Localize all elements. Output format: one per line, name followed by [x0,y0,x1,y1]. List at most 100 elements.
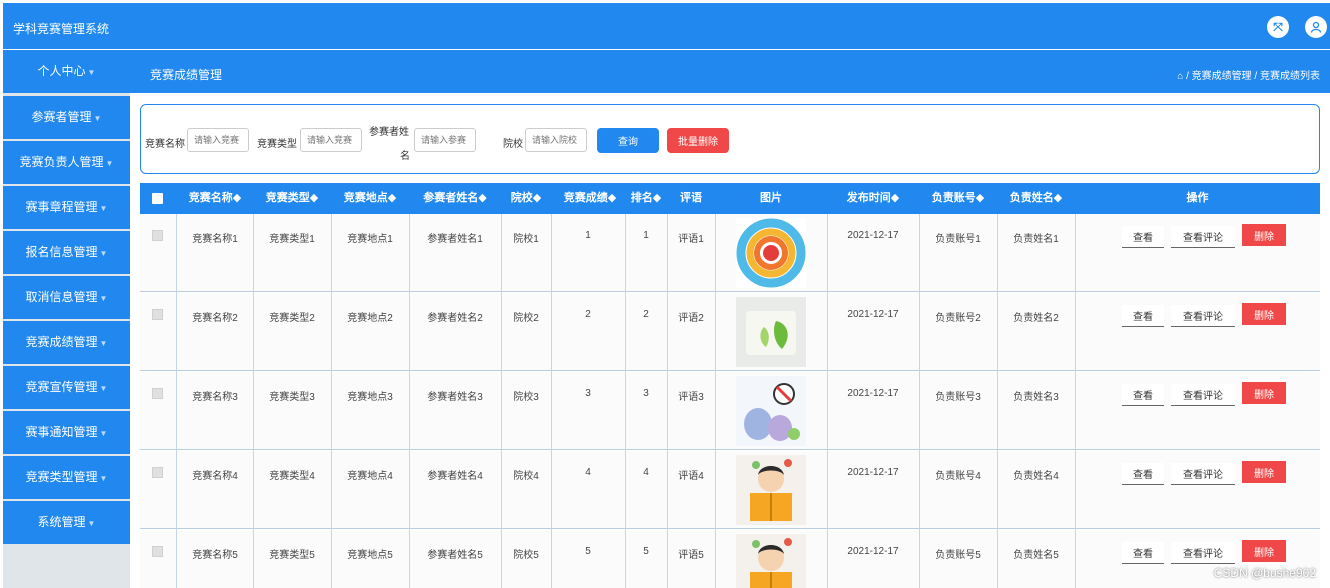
col-header-player[interactable]: 参赛者姓名◆ [409,183,501,214]
batch-delete-button[interactable]: 批量删除 [667,128,729,153]
row-checkbox[interactable] [152,230,163,241]
user-icon[interactable] [1305,16,1327,38]
sidebar-item-cancellation[interactable]: 取消信息管理 ▼ [3,276,130,319]
view-comment-button[interactable]: 查看评论 [1171,463,1235,485]
col-header-type[interactable]: 竞赛类型◆ [253,183,331,214]
player-name-input[interactable] [414,128,476,152]
sidebar-item-types[interactable]: 竞赛类型管理 ▼ [3,456,130,499]
view-comment-button[interactable]: 查看评论 [1171,384,1235,406]
table-row: 竞赛名称4 竞赛类型4 竞赛地点4 参赛者姓名4 院校4 4 4 评语4 202… [140,451,1320,529]
row-checkbox[interactable] [152,467,163,478]
cell-account: 负责账号5 [935,550,981,561]
col-header-place[interactable]: 竞赛地点◆ [331,183,409,214]
school-input[interactable] [525,128,587,152]
column-divider [997,214,998,588]
sidebar-item-system[interactable]: 系统管理 ▼ [3,501,130,544]
sidebar-item-promotion[interactable]: 竞赛宣传管理 ▼ [3,366,130,409]
sidebar-item-scores[interactable]: 竞赛成绩管理 ▼ [3,321,130,364]
cell-time: 2021-12-17 [847,388,899,399]
cell-account: 负责账号4 [935,471,981,482]
content-header: 竞赛成绩管理 ⌂ / 竞赛成绩管理 / 竞赛成绩列表 [130,50,1330,93]
view-button[interactable]: 查看 [1122,463,1164,485]
chevron-down-icon: ▼ [99,204,108,213]
cell-account: 负责账号3 [935,392,981,403]
col-header-name[interactable]: 竞赛名称◆ [177,183,253,214]
cell-player: 参赛者姓名2 [427,313,483,324]
cell-name: 竞赛名称1 [192,234,238,245]
sidebar-item-rules[interactable]: 赛事章程管理 ▼ [3,186,130,229]
column-divider [501,214,502,588]
row-checkbox[interactable] [152,388,163,399]
top-bar: 学科竞赛管理系统 ⤧ [3,3,1330,49]
table-row: 竞赛名称3 竞赛类型3 竞赛地点3 参赛者姓名3 院校3 3 3 评语3 202… [140,372,1320,450]
reading-girl-image [736,534,806,588]
sidebar-item-participants[interactable]: 参赛者管理 ▼ [3,96,130,139]
query-button[interactable]: 查询 [597,128,659,153]
cell-school: 院校5 [513,550,539,561]
competition-type-input[interactable] [300,128,362,152]
col-header-score[interactable]: 竞赛成绩◆ [551,183,629,214]
cell-player: 参赛者姓名4 [427,471,483,482]
chevron-down-icon: ▼ [99,429,108,438]
col-header-image: 图片 [760,192,782,204]
column-divider [667,214,668,588]
cell-time: 2021-12-17 [847,546,899,557]
delete-button[interactable]: 删除 [1242,303,1286,325]
col-header-actions: 操作 [1186,192,1209,204]
view-button[interactable]: 查看 [1122,384,1164,406]
column-divider [331,214,332,588]
expand-icon[interactable]: ⤧ [1267,16,1289,38]
scores-table: 竞赛名称◆ 竞赛类型◆ 竞赛地点◆ 参赛者姓名◆ 院校◆ 竞赛成绩◆ 排名◆ 评… [140,183,1320,588]
col-header-leader[interactable]: 负责姓名◆ [997,183,1075,214]
sidebar-item-personal-center[interactable]: 个人中心 ▼ [3,50,130,93]
column-divider [253,214,254,588]
cell-leader: 负责姓名2 [1013,313,1059,324]
cell-time: 2021-12-17 [847,467,899,478]
sidebar-item-notices[interactable]: 赛事通知管理 ▼ [3,411,130,454]
col-header-account[interactable]: 负责账号◆ [919,183,997,214]
sidebar-item-label: 报名信息管理 [25,245,98,259]
view-comment-button[interactable]: 查看评论 [1171,226,1235,248]
row-checkbox[interactable] [152,546,163,557]
sidebar-item-label: 个人中心 [37,64,86,78]
competition-type-label: 竞赛类型 [257,139,297,150]
view-comment-button[interactable]: 查看评论 [1171,542,1235,564]
delete-button[interactable]: 删除 [1242,224,1286,246]
cell-name: 竞赛名称2 [192,313,238,324]
row-checkbox[interactable] [152,309,163,320]
chevron-down-icon: ▼ [99,294,108,303]
cell-rank: 4 [643,467,649,478]
cell-comment: 评语5 [678,550,704,561]
breadcrumb[interactable]: ⌂ / 竞赛成绩管理 / 竞赛成绩列表 [1177,67,1320,82]
cell-school: 院校3 [513,392,539,403]
delete-button[interactable]: 删除 [1242,382,1286,404]
table-row: 竞赛名称2 竞赛类型2 竞赛地点2 参赛者姓名2 院校2 2 2 评语2 202… [140,293,1320,371]
cell-rank: 1 [643,230,649,241]
view-comment-button[interactable]: 查看评论 [1171,305,1235,327]
virus-cartoon-image [736,376,806,446]
cell-comment: 评语1 [678,234,704,245]
cell-score: 1 [585,230,591,241]
competition-name-input[interactable] [187,128,249,152]
col-header-time[interactable]: 发布时间◆ [827,183,919,214]
view-button[interactable]: 查看 [1122,226,1164,248]
chevron-down-icon: ▼ [87,519,96,528]
cell-leader: 负责姓名3 [1013,392,1059,403]
cell-name: 竞赛名称4 [192,471,238,482]
delete-button[interactable]: 删除 [1242,540,1286,562]
col-header-rank[interactable]: 排名◆ [625,183,667,214]
cell-player: 参赛者姓名5 [427,550,483,561]
view-button[interactable]: 查看 [1122,542,1164,564]
cell-leader: 负责姓名1 [1013,234,1059,245]
col-header-school[interactable]: 院校◆ [501,183,551,214]
cell-type: 竞赛类型4 [269,471,315,482]
view-button[interactable]: 查看 [1122,305,1164,327]
delete-button[interactable]: 删除 [1242,461,1286,483]
cell-score: 3 [585,388,591,399]
column-divider [715,214,716,588]
sidebar-item-registration[interactable]: 报名信息管理 ▼ [3,231,130,274]
column-divider [176,214,177,588]
sidebar-item-label: 竞赛负责人管理 [19,155,104,169]
sidebar-item-leaders[interactable]: 竞赛负责人管理 ▼ [3,141,130,184]
select-all-checkbox[interactable] [152,193,163,204]
